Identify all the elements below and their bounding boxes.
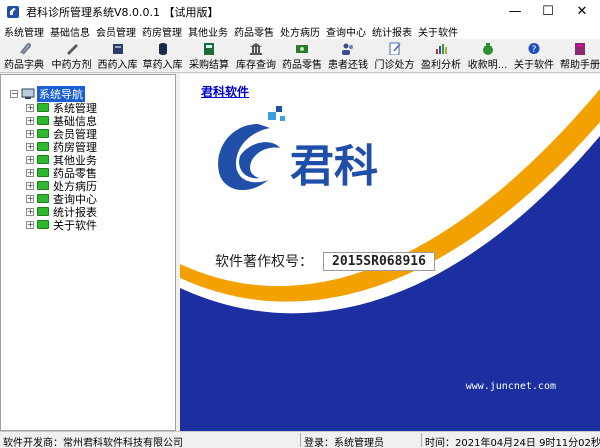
toolbar-herbal-formula-button[interactable]: 中药方剂 xyxy=(48,40,95,72)
close-button[interactable]: ✕ xyxy=(565,0,599,24)
window-title: 君科诊所管理系统V8.0.0.1 【试用版】 xyxy=(26,6,219,19)
copyright-number: 2015SR068916 xyxy=(323,251,435,271)
navigation-tree: − 系统导航 + 系统管理 + 基础信息 + 会员管理 + 药房管理 + 其他业… xyxy=(0,74,176,431)
folder-icon xyxy=(37,116,49,125)
toolbar-western-drug-in-button[interactable]: 西药入库 xyxy=(95,40,140,72)
status-separator xyxy=(421,433,422,447)
menu-about[interactable]: 关于软件 xyxy=(418,24,458,39)
junke-logo-text: 君科 xyxy=(290,141,378,192)
folder-icon xyxy=(37,207,49,216)
copyright-line: 软件著作权号： 2015SR068916 xyxy=(215,251,435,271)
menu-reports[interactable]: 统计报表 xyxy=(372,24,412,39)
toolbar-purchase-settle-button[interactable]: 采购结算 xyxy=(185,40,233,72)
junke-software-link[interactable]: 君科软件 xyxy=(201,83,249,100)
status-separator xyxy=(300,433,301,447)
status-developer: 软件开发商：常州君科软件科技有限公司 xyxy=(3,438,183,448)
folder-icon xyxy=(37,220,49,229)
folder-icon xyxy=(37,155,49,164)
clip-icon xyxy=(20,43,31,55)
box-icon xyxy=(112,44,123,54)
toolbar-drug-retail-button[interactable]: 药品零售 xyxy=(279,40,325,72)
folder-icon xyxy=(37,129,49,138)
collapse-toggle[interactable]: − xyxy=(10,89,18,98)
expand-toggle[interactable]: + xyxy=(26,220,34,229)
tree-root[interactable]: − 系统导航 xyxy=(10,85,85,102)
note-icon xyxy=(389,42,401,55)
menu-pharmacy[interactable]: 药房管理 xyxy=(142,24,182,39)
expand-toggle[interactable]: + xyxy=(26,155,34,164)
toolbar-stock-query-button[interactable]: 库存查询 xyxy=(233,40,279,72)
toolbar-profit-analysis-button[interactable]: 盈利分析 xyxy=(418,40,464,72)
app-window: 君科诊所管理系统V8.0.0.1 【试用版】 — ☐ ✕ 系统管理 基础信息 会… xyxy=(0,0,600,448)
toolbar-help-manual-button[interactable]: 帮助手册 xyxy=(557,40,600,72)
website-text: www.juncnet.com xyxy=(465,381,556,392)
menu-retail[interactable]: 药品零售 xyxy=(234,24,274,39)
menu-bar: 系统管理 基础信息 会员管理 药房管理 其他业务 药品零售 处方病历 查询中心 … xyxy=(0,24,600,39)
toolbar-clinic-prescription-button[interactable]: 门诊处方 xyxy=(371,40,418,72)
minimize-button[interactable]: — xyxy=(498,0,532,24)
folder-icon xyxy=(37,194,49,203)
folder-icon xyxy=(37,103,49,112)
copyright-label: 软件著作权号： xyxy=(215,254,313,270)
toolbar-patient-repay-button[interactable]: 患者还钱 xyxy=(325,40,371,72)
moneybag-icon xyxy=(482,43,493,55)
folder-icon xyxy=(37,168,49,177)
toolbar-herb-in-button[interactable]: 草药入库 xyxy=(140,40,185,72)
expand-toggle[interactable]: + xyxy=(26,207,34,216)
calc-icon xyxy=(204,43,214,55)
menu-other[interactable]: 其他业务 xyxy=(188,24,228,39)
chart-icon xyxy=(436,44,447,54)
bank-icon xyxy=(250,43,262,55)
toolbar-about-button[interactable]: ? 关于软件 xyxy=(511,40,557,72)
money-icon xyxy=(296,45,308,53)
title-bar: 君科诊所管理系统V8.0.0.1 【试用版】 — ☐ ✕ xyxy=(0,0,600,24)
menu-basic-info[interactable]: 基础信息 xyxy=(50,24,90,39)
menu-prescription[interactable]: 处方病历 xyxy=(280,24,320,39)
menu-system[interactable]: 系统管理 xyxy=(4,24,44,39)
expand-toggle[interactable]: + xyxy=(26,194,34,203)
folder-icon xyxy=(37,181,49,190)
expand-toggle[interactable]: + xyxy=(26,168,34,177)
expand-toggle[interactable]: + xyxy=(26,181,34,190)
tree-item-about[interactable]: + 关于软件 xyxy=(26,218,97,232)
toolbar: 药品字典 中药方剂 西药入库 草药入库 采购结算 库存查询 药品零售 患者还钱 xyxy=(0,40,600,73)
app-logo-icon xyxy=(7,6,19,18)
tree-item-label: 关于软件 xyxy=(53,218,97,232)
expand-toggle[interactable]: + xyxy=(26,116,34,125)
pen-icon xyxy=(66,44,78,55)
svg-text:?: ? xyxy=(532,45,537,55)
maximize-button[interactable]: ☐ xyxy=(531,0,565,24)
expand-toggle[interactable]: + xyxy=(26,103,34,112)
users-icon xyxy=(342,43,353,55)
status-time: 时间：2021年04月24日 9时11分02秒 星期六 xyxy=(425,438,600,448)
menu-members[interactable]: 会员管理 xyxy=(96,24,136,39)
help-icon: ? xyxy=(528,43,540,55)
expand-toggle[interactable]: + xyxy=(26,142,34,151)
splash-panel: 君科软件 君科 软件著作权号： 2015SR068916 www.juncnet… xyxy=(180,74,600,431)
status-login: 登录：系统管理员 xyxy=(304,438,384,448)
computer-icon xyxy=(21,88,35,99)
book-icon xyxy=(575,43,585,55)
status-bar: 软件开发商：常州君科软件科技有限公司 登录：系统管理员 时间：2021年04月2… xyxy=(0,431,600,448)
folder-icon xyxy=(37,142,49,151)
cylinder-icon xyxy=(158,43,167,55)
toolbar-receipt-detail-button[interactable]: 收款明... xyxy=(464,40,511,72)
toolbar-drug-dictionary-button[interactable]: 药品字典 xyxy=(0,40,48,72)
menu-query[interactable]: 查询中心 xyxy=(326,24,366,39)
expand-toggle[interactable]: + xyxy=(26,129,34,138)
